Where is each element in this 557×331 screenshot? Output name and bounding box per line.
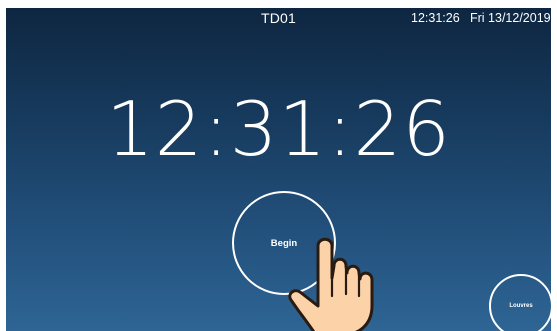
status-time: 12:31:26: [411, 11, 460, 25]
touch-panel-screen: TD01 12:31:26 Fri 13/12/2019 12:31:26 Be…: [6, 8, 551, 331]
louvres-button[interactable]: Louvres: [489, 274, 551, 331]
begin-button-label: Begin: [270, 237, 298, 249]
large-clock: 12:31:26: [106, 85, 451, 173]
louvres-button-label: Louvres: [509, 303, 533, 309]
begin-button[interactable]: Begin: [232, 191, 336, 295]
status-date: Fri 13/12/2019: [470, 11, 551, 25]
